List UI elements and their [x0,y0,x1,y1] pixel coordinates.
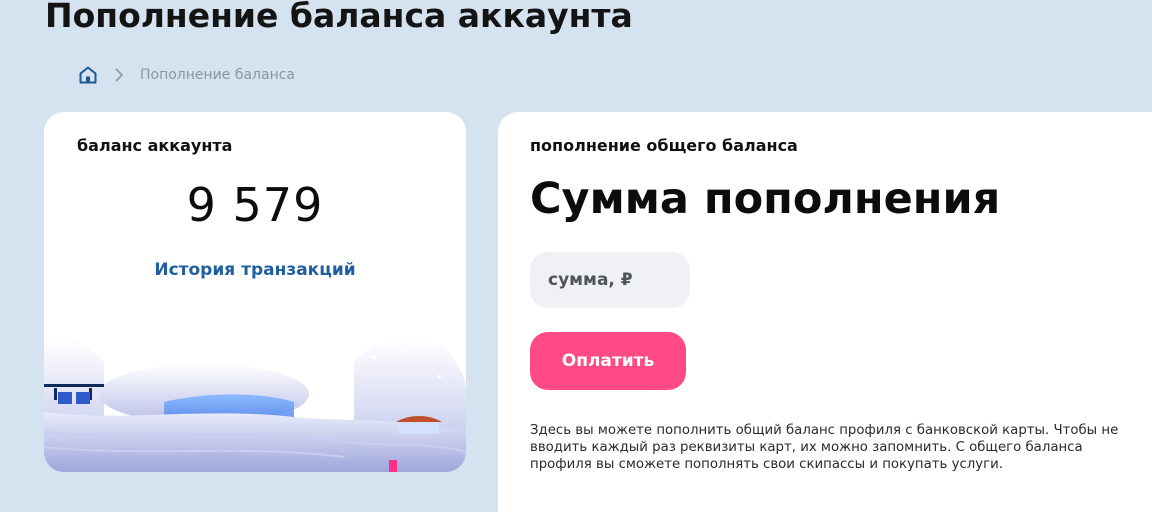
balance-heading: баланс аккаунта [77,136,233,155]
snowy-landscape-illustration [44,338,466,472]
amount-field[interactable] [530,252,690,308]
topup-card: пополнение общего баланса Сумма пополнен… [498,112,1152,512]
balance-value: 9 579 [186,178,324,232]
amount-input[interactable] [546,269,680,291]
chevron-right-icon [114,68,128,82]
topup-info-text: Здесь вы можете пополнить общий баланс п… [530,423,1119,472]
breadcrumb-current: Пополнение баланса [140,67,296,83]
home-icon[interactable] [78,64,100,86]
pay-button[interactable]: Оплатить [530,332,686,390]
balance-card: баланс аккаунта 9 579 История транзакций [44,112,466,472]
topup-title: Сумма пополнения [530,174,1001,224]
page-title: Пополнение баланса аккаунта [45,0,633,35]
transaction-history-link[interactable]: История транзакций [44,260,466,280]
topup-heading: пополнение общего баланса [530,136,798,155]
breadcrumb: Пополнение баланса [78,63,295,87]
